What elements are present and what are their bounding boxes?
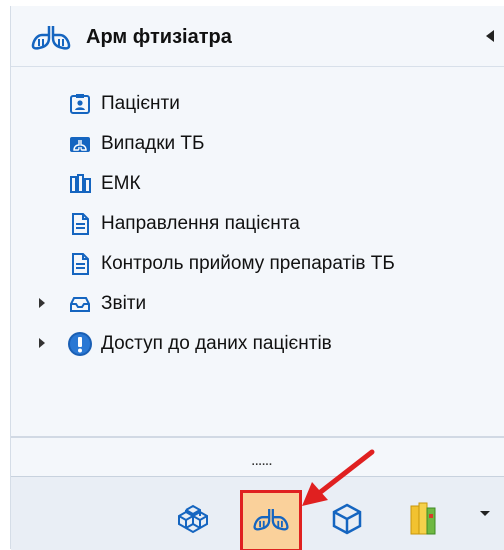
tree-item-label: Доступ до даних пацієнтів [101, 333, 332, 354]
info-icon [67, 331, 93, 357]
panel-splitter[interactable] [11, 436, 504, 438]
tree-item-label: Звіти [101, 293, 147, 314]
phthisiologist-module-button[interactable] [240, 490, 302, 550]
emr-icon [67, 171, 93, 197]
tree-item-label: Направлення пацієнта [101, 213, 300, 234]
collapse-panel-icon[interactable] [481, 24, 501, 48]
tree-item-label: Пацієнти [101, 93, 180, 114]
tree-item-label: Випадки ТБ [101, 133, 205, 154]
modules-button[interactable] [165, 493, 221, 549]
tree-item-emr[interactable]: ЕМК [67, 169, 141, 199]
tree-item-patients[interactable]: Пацієнти [67, 89, 180, 119]
reports-tray-icon [67, 291, 93, 317]
panel-header: Арм фтизіатра [11, 6, 504, 67]
patient-card-icon [67, 91, 93, 117]
page-title: Арм фтизіатра [86, 26, 232, 48]
splitter-grip[interactable]: ...... [251, 452, 273, 470]
library-module-button[interactable] [395, 493, 451, 549]
tree-item-referral[interactable]: Направлення пацієнта [67, 209, 300, 239]
tree-item-drug-control[interactable]: Контроль прийому препаратів ТБ [67, 249, 395, 279]
expand-reports-icon[interactable] [35, 296, 49, 310]
lungs-icon [29, 23, 73, 56]
tree-item-label: ЕМК [101, 173, 141, 194]
tree-item-tb-cases[interactable]: Випадки ТБ [67, 129, 205, 159]
document-icon [67, 251, 93, 277]
more-modules-dropdown-icon[interactable] [475, 503, 495, 523]
navigation-panel: Арм фтизіатра Пацієнти Випадки ТБ ЕМК На… [10, 6, 504, 550]
module-switcher-bar [11, 476, 504, 550]
books-icon [407, 500, 439, 543]
expand-data-access-icon[interactable] [35, 336, 49, 350]
tree-item-label: Контроль прийому препаратів ТБ [101, 253, 395, 274]
document-icon [67, 211, 93, 237]
tb-cases-icon [67, 131, 93, 157]
tree-item-data-access[interactable]: Доступ до даних пацієнтів [67, 329, 332, 359]
cube-icon [330, 502, 364, 541]
cubes-icon [173, 502, 213, 541]
tree-item-reports[interactable]: Звіти [67, 289, 146, 319]
cube-module-button[interactable] [319, 493, 375, 549]
lungs-icon [251, 505, 291, 538]
